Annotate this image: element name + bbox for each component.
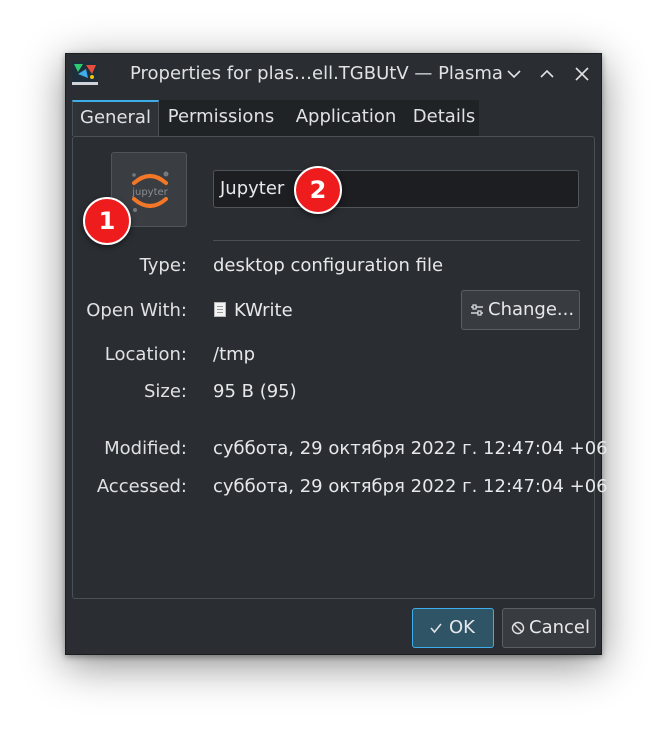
change-button[interactable]: Change...: [461, 290, 580, 330]
open-with-value: KWrite: [234, 300, 293, 321]
properties-dialog: Properties for plas…ell.TGBUtV — Plasma …: [65, 53, 608, 655]
jupyter-logo-text: jupyter: [131, 187, 168, 198]
tab-general[interactable]: General: [72, 100, 159, 136]
jupyter-logo-icon: jupyter: [131, 171, 169, 212]
tab-permissions[interactable]: Permissions: [159, 100, 283, 136]
modified-value: суббота, 29 октября 2022 г. 12:47:04 +06: [213, 438, 608, 459]
annotation-badge-2: 2: [294, 166, 342, 214]
chevron-up-icon: [540, 69, 554, 78]
settings-sliders-icon: [471, 304, 483, 316]
ok-button-label: OK: [449, 617, 475, 638]
open-with-label: Open With:: [86, 300, 187, 321]
chevron-down-icon: [507, 70, 521, 79]
ok-button[interactable]: OK: [412, 608, 494, 648]
annotation-badge-1: 1: [83, 197, 131, 245]
name-input[interactable]: Jupyter: [213, 170, 579, 208]
size-label: Size:: [143, 381, 187, 402]
cancel-icon: [511, 621, 525, 635]
maximize-button[interactable]: [537, 64, 557, 84]
location-value: /tmp: [213, 344, 256, 365]
accessed-value: суббота, 29 октября 2022 г. 12:47:04 +06: [213, 476, 608, 497]
title-bar[interactable]: Properties for plas…ell.TGBUtV — Plasma: [66, 54, 601, 94]
modified-label: Modified:: [104, 438, 187, 459]
size-value: 95 B (95): [213, 381, 297, 402]
app-logo-icon: [72, 62, 98, 86]
cancel-button-label: Cancel: [529, 617, 590, 638]
separator: [213, 240, 580, 241]
location-label: Location:: [104, 344, 187, 365]
cancel-button[interactable]: Cancel: [502, 608, 596, 648]
change-button-label: Change...: [488, 299, 575, 320]
window-title: Properties for plas…ell.TGBUtV — Plasma: [130, 63, 503, 84]
kwrite-icon: [214, 302, 226, 317]
type-label: Type:: [139, 255, 187, 276]
tab-application[interactable]: Application: [283, 100, 409, 136]
minimize-button[interactable]: [504, 64, 524, 84]
type-value: desktop configuration file: [213, 255, 444, 276]
accessed-label: Accessed:: [96, 476, 187, 497]
tab-details[interactable]: Details: [409, 100, 479, 136]
tab-bar: General Permissions Application Details: [72, 100, 479, 136]
close-button[interactable]: [572, 64, 592, 84]
checkmark-icon: [430, 623, 442, 634]
close-icon: [575, 67, 589, 81]
